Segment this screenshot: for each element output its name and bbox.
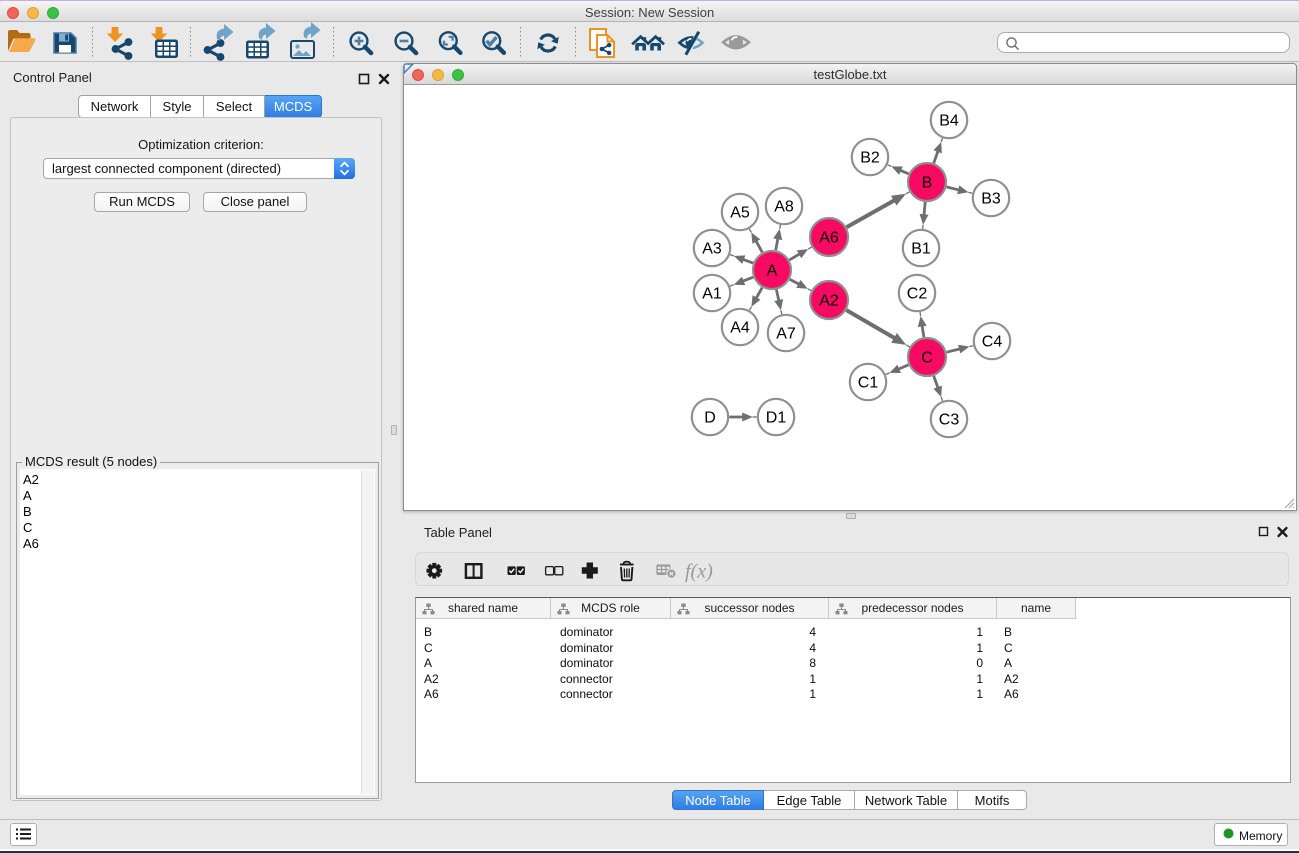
svg-text:D1: D1 — [766, 410, 787, 427]
svg-text:A2: A2 — [819, 293, 839, 310]
svg-text:A8: A8 — [774, 199, 794, 216]
svg-text:A6: A6 — [819, 230, 839, 247]
svg-text:C3: C3 — [939, 412, 960, 429]
svg-text:A7: A7 — [776, 326, 796, 343]
svg-text:B4: B4 — [939, 113, 959, 130]
svg-text:A5: A5 — [730, 205, 750, 222]
svg-text:D: D — [704, 410, 716, 427]
svg-text:B1: B1 — [911, 241, 931, 258]
svg-text:B: B — [922, 175, 933, 192]
svg-text:A: A — [767, 263, 778, 280]
svg-text:C4: C4 — [982, 334, 1003, 351]
svg-text:C: C — [921, 350, 933, 367]
svg-text:C1: C1 — [858, 375, 879, 392]
svg-text:A1: A1 — [702, 286, 722, 303]
svg-text:B2: B2 — [860, 150, 880, 167]
svg-text:A3: A3 — [702, 241, 722, 258]
svg-text:B3: B3 — [981, 191, 1001, 208]
svg-text:C2: C2 — [907, 286, 928, 303]
svg-text:f(x): f(x) — [685, 561, 713, 583]
svg-text:A4: A4 — [730, 320, 750, 337]
